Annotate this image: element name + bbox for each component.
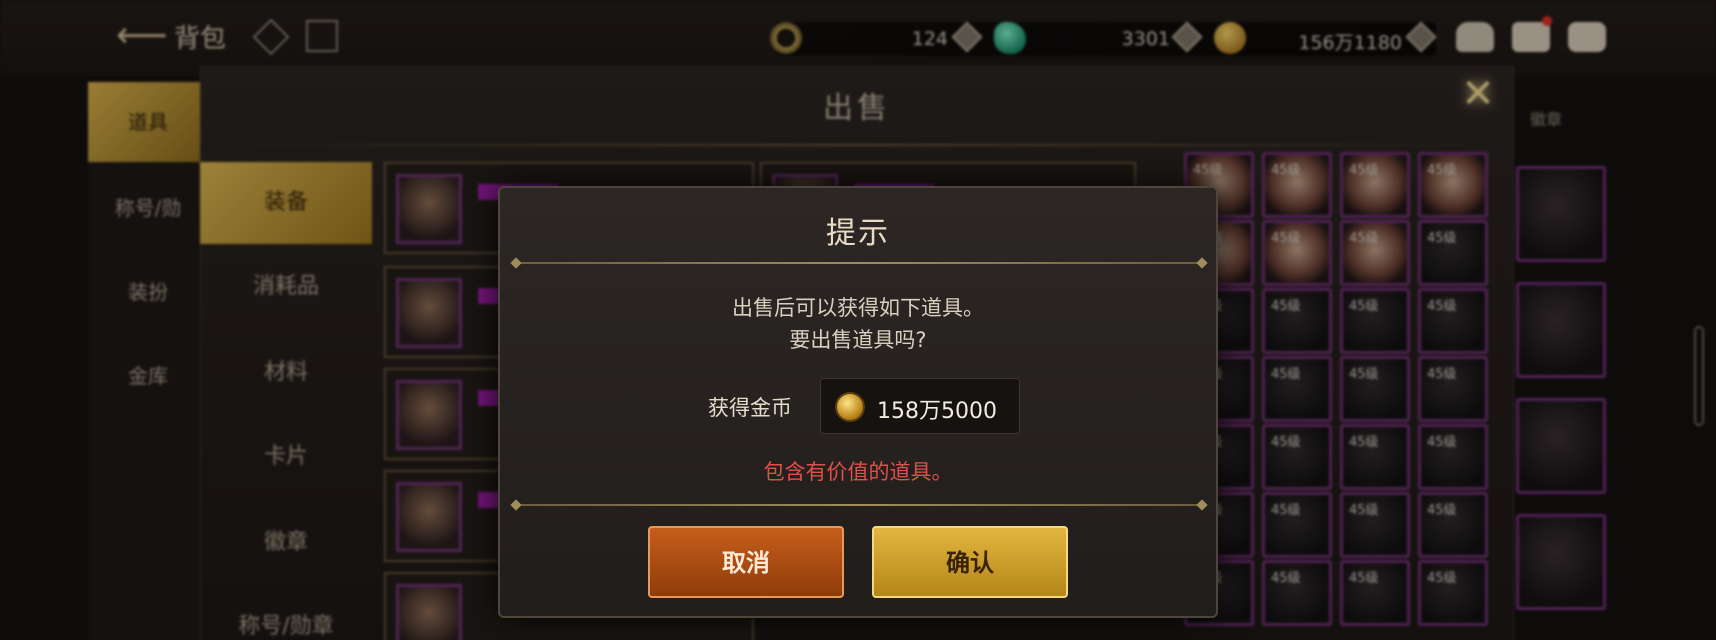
gold-coin-icon xyxy=(835,392,865,422)
dialog-message: 出售后可以获得如下道具。 xyxy=(732,296,984,320)
dialog-question: 要出售道具吗? xyxy=(789,328,927,352)
reward-box: 158万5000 xyxy=(820,378,1020,434)
warning-text: 包含有价值的道具。 xyxy=(763,460,953,484)
reward-label: 获得金币 xyxy=(708,396,792,420)
cancel-button[interactable]: 取消 xyxy=(648,526,844,598)
divider xyxy=(514,262,1204,264)
divider xyxy=(514,504,1204,506)
dialog-title: 提示 xyxy=(826,216,890,251)
confirm-dialog: 提示 出售后可以获得如下道具。 要出售道具吗? 获得金币 158万5000 包含… xyxy=(498,186,1218,618)
confirm-button[interactable]: 确认 xyxy=(872,526,1068,598)
reward-value: 158万5000 xyxy=(877,399,997,424)
